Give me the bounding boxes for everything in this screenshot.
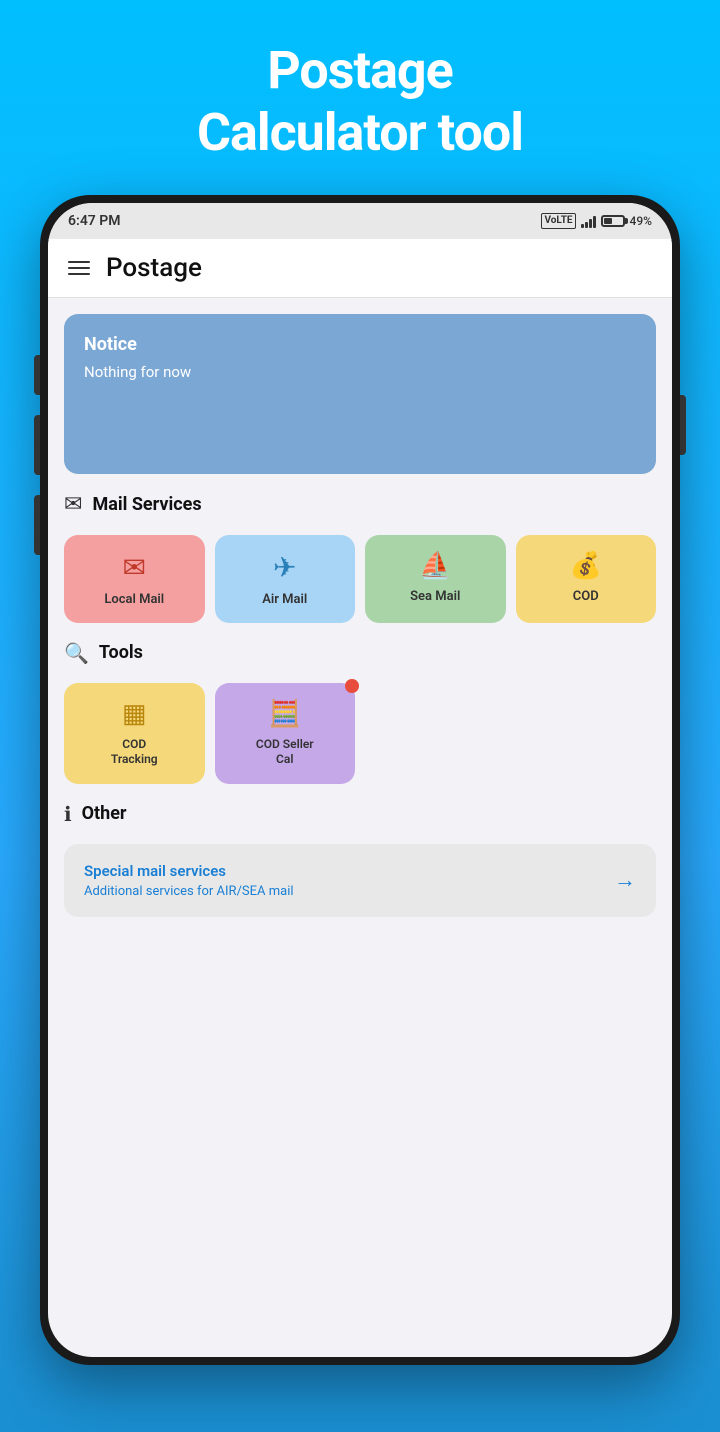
notification-badge <box>345 679 359 693</box>
power-button <box>680 395 686 455</box>
local-mail-icon: ✉ <box>123 551 146 584</box>
status-time: 6:47 PM <box>68 213 121 229</box>
header-title: Postage <box>106 253 202 283</box>
air-mail-icon: ✈ <box>273 551 296 584</box>
mail-services-title: Mail Services <box>92 494 201 515</box>
app-hero-title: Postage Calculator tool <box>197 40 523 165</box>
hamburger-menu-button[interactable] <box>68 261 90 275</box>
air-mail-card[interactable]: ✈ Air Mail <box>215 535 356 623</box>
cod-mail-card[interactable]: 💰 COD <box>516 535 657 623</box>
local-mail-card[interactable]: ✉ Local Mail <box>64 535 205 623</box>
special-mail-subtitle: Additional services for AIR/SEA mail <box>84 884 294 899</box>
notice-body: Nothing for now <box>84 363 636 381</box>
sea-mail-card[interactable]: ⛵ Sea Mail <box>365 535 506 623</box>
volume-down-button <box>34 495 40 555</box>
phone-mockup: 6:47 PM VoLTE 49% <box>40 195 680 1365</box>
cod-seller-label: COD SellerCal <box>256 737 314 768</box>
arrow-right-icon: → <box>614 867 636 893</box>
cod-tracking-icon: ▦ <box>122 699 147 729</box>
mail-icon: ✉ <box>64 492 82 517</box>
mail-services-section-header: ✉ Mail Services <box>64 492 656 517</box>
cod-mail-label: COD <box>573 589 599 604</box>
status-icons: VoLTE 49% <box>541 213 652 229</box>
hamburger-line-1 <box>68 261 90 263</box>
cod-seller-icon: 🧮 <box>269 699 301 729</box>
special-mail-services-card[interactable]: Special mail services Additional service… <box>64 844 656 917</box>
other-card-content: Special mail services Additional service… <box>84 862 294 899</box>
sea-mail-label: Sea Mail <box>410 589 460 604</box>
battery-icon <box>601 215 625 227</box>
mail-services-grid: ✉ Local Mail ✈ Air Mail ⛵ Sea Mail 💰 COD <box>64 535 656 623</box>
tools-search-icon: 🔍 <box>64 641 89 665</box>
main-scroll-content: Notice Nothing for now ✉ Mail Services ✉… <box>48 298 672 1357</box>
air-mail-label: Air Mail <box>262 592 307 607</box>
silent-switch <box>34 355 40 395</box>
notice-card: Notice Nothing for now <box>64 314 656 474</box>
other-section-header: ℹ Other <box>64 802 656 826</box>
volte-icon: VoLTE <box>541 213 575 229</box>
tools-section-header: 🔍 Tools <box>64 641 656 665</box>
other-title: Other <box>82 803 127 824</box>
signal-icon <box>581 214 596 228</box>
tools-grid: ▦ CODTracking 🧮 COD SellerCal <box>64 683 656 784</box>
status-bar: 6:47 PM VoLTE 49% <box>48 203 672 239</box>
cod-mail-icon: 💰 <box>570 551 602 581</box>
cod-seller-cal-card[interactable]: 🧮 COD SellerCal <box>215 683 356 784</box>
tools-title: Tools <box>99 642 143 663</box>
cod-tracking-card[interactable]: ▦ CODTracking <box>64 683 205 784</box>
phone-screen: 6:47 PM VoLTE 49% <box>48 203 672 1357</box>
special-mail-title: Special mail services <box>84 862 294 880</box>
hamburger-line-3 <box>68 273 90 275</box>
battery-percent: 49% <box>630 214 652 228</box>
info-icon: ℹ <box>64 802 72 826</box>
hamburger-line-2 <box>68 267 90 269</box>
sea-mail-icon: ⛵ <box>419 551 451 581</box>
notice-title: Notice <box>84 334 636 355</box>
cod-tracking-label: CODTracking <box>111 737 158 768</box>
local-mail-label: Local Mail <box>104 592 164 607</box>
app-header: Postage <box>48 239 672 298</box>
volume-up-button <box>34 415 40 475</box>
